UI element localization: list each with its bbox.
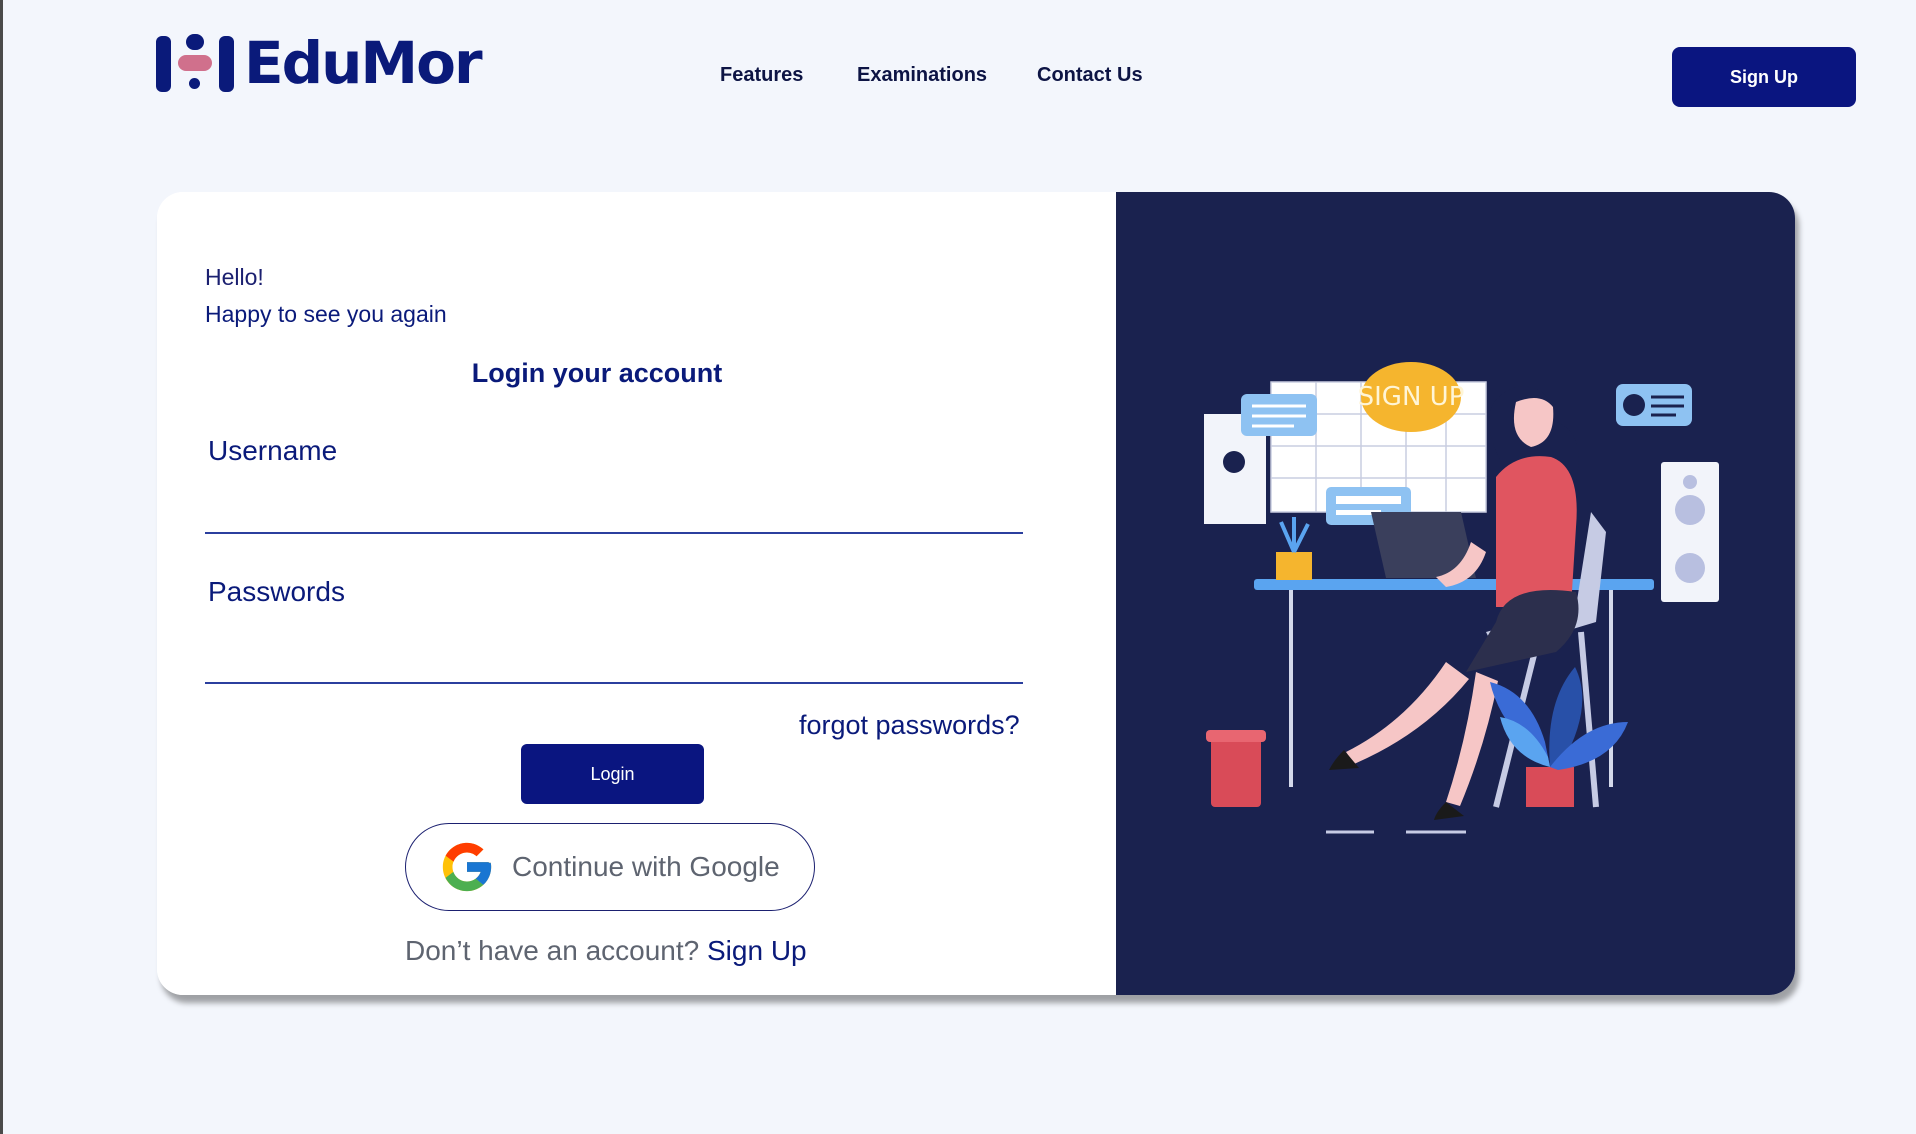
header-signup-button[interactable]: Sign Up [1672,47,1856,107]
workspace-illustration: SIGN UP [1204,361,1719,834]
subgreeting: Happy to see you again [205,301,447,327]
illustration-panel: SIGN UP [1116,192,1795,995]
logo-icon [156,32,236,94]
no-account-prompt: Don’t have an account? Sign Up [405,935,807,967]
login-title: Login your account [471,358,723,388]
speaker-icon [1661,462,1719,602]
brand-logo[interactable]: EduMor [156,29,483,97]
window-edge [0,0,3,1134]
greeting: Hello! [205,264,264,290]
password-input[interactable] [205,634,1023,684]
password-label: Passwords [208,576,345,607]
login-form-panel: Hello! Happy to see you again Login your… [157,192,1116,995]
login-button[interactable]: Login [521,744,704,804]
username-label: Username [208,435,338,466]
svg-text:SIGN UP: SIGN UP [1358,382,1465,412]
nav-features[interactable]: Features [720,64,803,87]
no-account-text: Don’t have an account? [405,935,700,966]
brand-name: EduMor [244,29,483,97]
forgot-password-link[interactable]: forgot passwords? [799,710,1020,741]
nav-examinations[interactable]: Examinations [857,64,987,87]
desk-plant-pot [1276,552,1312,580]
plant-icon [1490,667,1628,807]
google-signin-button[interactable]: Continue with Google [405,823,815,911]
signup-link[interactable]: Sign Up [707,935,807,966]
google-icon [442,842,492,892]
google-button-label: Continue with Google [512,851,780,882]
login-card: Hello! Happy to see you again Login your… [157,192,1795,995]
cup-icon [1206,730,1266,807]
username-input[interactable] [205,484,1023,534]
id-card-icon [1616,384,1692,426]
nav-contact-us[interactable]: Contact Us [1037,64,1143,87]
